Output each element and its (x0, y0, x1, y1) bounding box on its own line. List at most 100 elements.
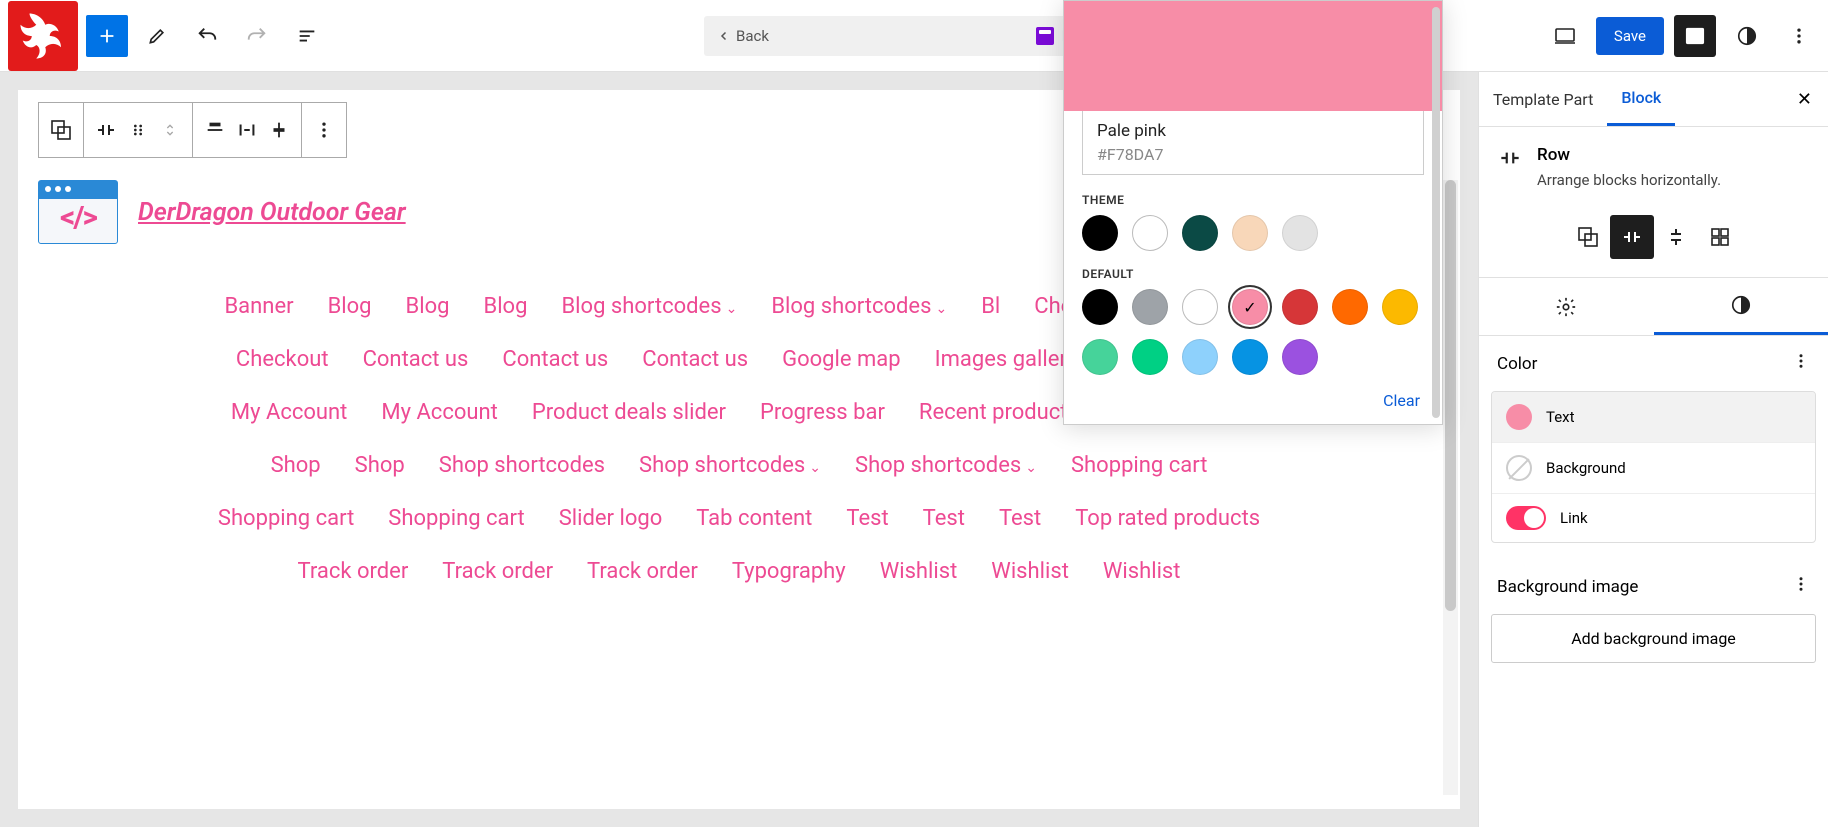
edit-mode-button[interactable] (136, 15, 178, 57)
variation-stack[interactable] (1654, 215, 1698, 259)
nav-item[interactable]: Test (923, 506, 965, 531)
color-item-link[interactable]: Link (1492, 494, 1815, 542)
nav-item[interactable]: Test (999, 506, 1041, 531)
nav-item[interactable]: Tab content (696, 506, 812, 531)
row-block-icon[interactable] (94, 118, 118, 142)
bgimage-panel-title: Background image (1497, 577, 1638, 597)
justify-button[interactable] (203, 118, 227, 142)
nav-item[interactable]: Wishlist (991, 559, 1069, 584)
color-swatch[interactable] (1232, 289, 1268, 325)
color-swatch[interactable] (1282, 339, 1318, 375)
color-item-text[interactable]: Text (1492, 392, 1815, 443)
nav-item[interactable]: Google map (782, 347, 901, 372)
color-panel-title: Color (1497, 354, 1537, 374)
nav-item[interactable]: Wishlist (880, 559, 958, 584)
color-item-background[interactable]: Background (1492, 443, 1815, 494)
color-swatch[interactable] (1232, 339, 1268, 375)
nav-item[interactable]: Wishlist (1103, 559, 1181, 584)
nav-item[interactable]: Bl (981, 294, 1000, 319)
nav-item[interactable]: Shopping cart (388, 506, 524, 531)
nav-item[interactable]: My Account (381, 400, 497, 425)
nav-item[interactable]: Blog shortcodes⌄ (561, 294, 737, 319)
parent-block-icon[interactable] (49, 118, 73, 142)
view-desktop-button[interactable] (1544, 15, 1586, 57)
nav-item[interactable]: Slider logo (559, 506, 663, 531)
align-horizontal-button[interactable] (235, 118, 259, 142)
nav-item[interactable]: Recent products (919, 400, 1079, 425)
nav-item[interactable]: Blog (484, 294, 528, 319)
redo-button[interactable] (236, 15, 278, 57)
block-more-options[interactable] (312, 118, 336, 142)
nav-item[interactable]: Banner (224, 294, 293, 319)
nav-item[interactable]: Shopping cart (218, 506, 354, 531)
nav-item[interactable]: Shop shortcodes⌄ (855, 453, 1037, 478)
document-overview-button[interactable] (286, 15, 328, 57)
nav-item[interactable]: Checkout (236, 347, 329, 372)
nav-item[interactable]: Shopping cart (1071, 453, 1207, 478)
nav-item[interactable]: Product deals slider (532, 400, 726, 425)
color-swatch[interactable] (1182, 289, 1218, 325)
canvas-scrollbar[interactable] (1443, 180, 1458, 795)
inspector-tab-styles[interactable] (1654, 278, 1828, 335)
move-updown-icon[interactable] (158, 118, 182, 142)
tab-template-part[interactable]: Template Part (1479, 74, 1607, 125)
nav-item[interactable]: Shop (271, 453, 321, 478)
color-swatch[interactable] (1382, 289, 1418, 325)
color-swatch[interactable] (1132, 215, 1168, 251)
nav-item[interactable]: Progress bar (760, 400, 885, 425)
color-swatch[interactable] (1232, 215, 1268, 251)
custom-html-block-icon[interactable]: </> (38, 180, 118, 244)
color-swatch[interactable] (1132, 289, 1168, 325)
color-swatch[interactable] (1132, 339, 1168, 375)
color-swatch[interactable] (1082, 215, 1118, 251)
nav-item[interactable]: Shop shortcodes (439, 453, 605, 478)
nav-item[interactable]: Track order (442, 559, 553, 584)
nav-item[interactable]: Blog (328, 294, 372, 319)
nav-item[interactable]: Contact us (502, 347, 608, 372)
nav-item[interactable]: My Account (231, 400, 347, 425)
settings-sidebar-toggle[interactable] (1674, 15, 1716, 57)
nav-item[interactable]: Track order (587, 559, 698, 584)
nav-item[interactable]: Shop shortcodes⌄ (639, 453, 821, 478)
variation-grid[interactable] (1698, 215, 1742, 259)
nav-item[interactable]: Top rated products (1075, 506, 1260, 531)
color-swatch[interactable] (1182, 339, 1218, 375)
nav-item[interactable]: Shop (355, 453, 405, 478)
nav-item[interactable]: Typography (732, 559, 846, 584)
tab-block[interactable]: Block (1607, 72, 1675, 126)
variation-row[interactable] (1610, 215, 1654, 259)
color-swatch[interactable] (1082, 339, 1118, 375)
nav-item[interactable]: Blog shortcodes⌄ (771, 294, 947, 319)
nav-item[interactable]: Images gallery (935, 347, 1078, 372)
back-label: Back (736, 27, 769, 45)
color-swatch[interactable] (1082, 289, 1118, 325)
nav-item[interactable]: Contact us (642, 347, 748, 372)
color-swatch[interactable] (1282, 215, 1318, 251)
drag-handle-icon[interactable] (126, 118, 150, 142)
site-title-link[interactable]: DerDragon Outdoor Gear (138, 198, 406, 227)
align-vertical-button[interactable] (267, 118, 291, 142)
popover-scrollbar[interactable] (1432, 7, 1440, 418)
bgimage-panel-options[interactable] (1792, 575, 1810, 598)
color-swatch[interactable] (1182, 215, 1218, 251)
clear-color-button[interactable]: Clear (1086, 391, 1420, 410)
color-panel-options[interactable] (1792, 352, 1810, 375)
variation-group[interactable] (1566, 215, 1610, 259)
styles-button[interactable] (1726, 15, 1768, 57)
inspector-tab-settings[interactable] (1479, 278, 1654, 335)
color-swatch-icon (1506, 506, 1546, 530)
save-button[interactable]: Save (1596, 17, 1664, 55)
site-dragon-logo[interactable] (8, 1, 78, 71)
add-background-image-button[interactable]: Add background image (1491, 614, 1816, 663)
nav-item[interactable]: Contact us (363, 347, 469, 372)
add-block-button[interactable] (86, 15, 128, 57)
back-button[interactable]: Back (718, 27, 769, 45)
close-sidebar-button[interactable]: ✕ (1781, 73, 1828, 126)
nav-item[interactable]: Test (846, 506, 888, 531)
color-swatch[interactable] (1332, 289, 1368, 325)
undo-button[interactable] (186, 15, 228, 57)
nav-item[interactable]: Blog (406, 294, 450, 319)
options-menu-button[interactable] (1778, 15, 1820, 57)
nav-item[interactable]: Track order (298, 559, 409, 584)
color-swatch[interactable] (1282, 289, 1318, 325)
